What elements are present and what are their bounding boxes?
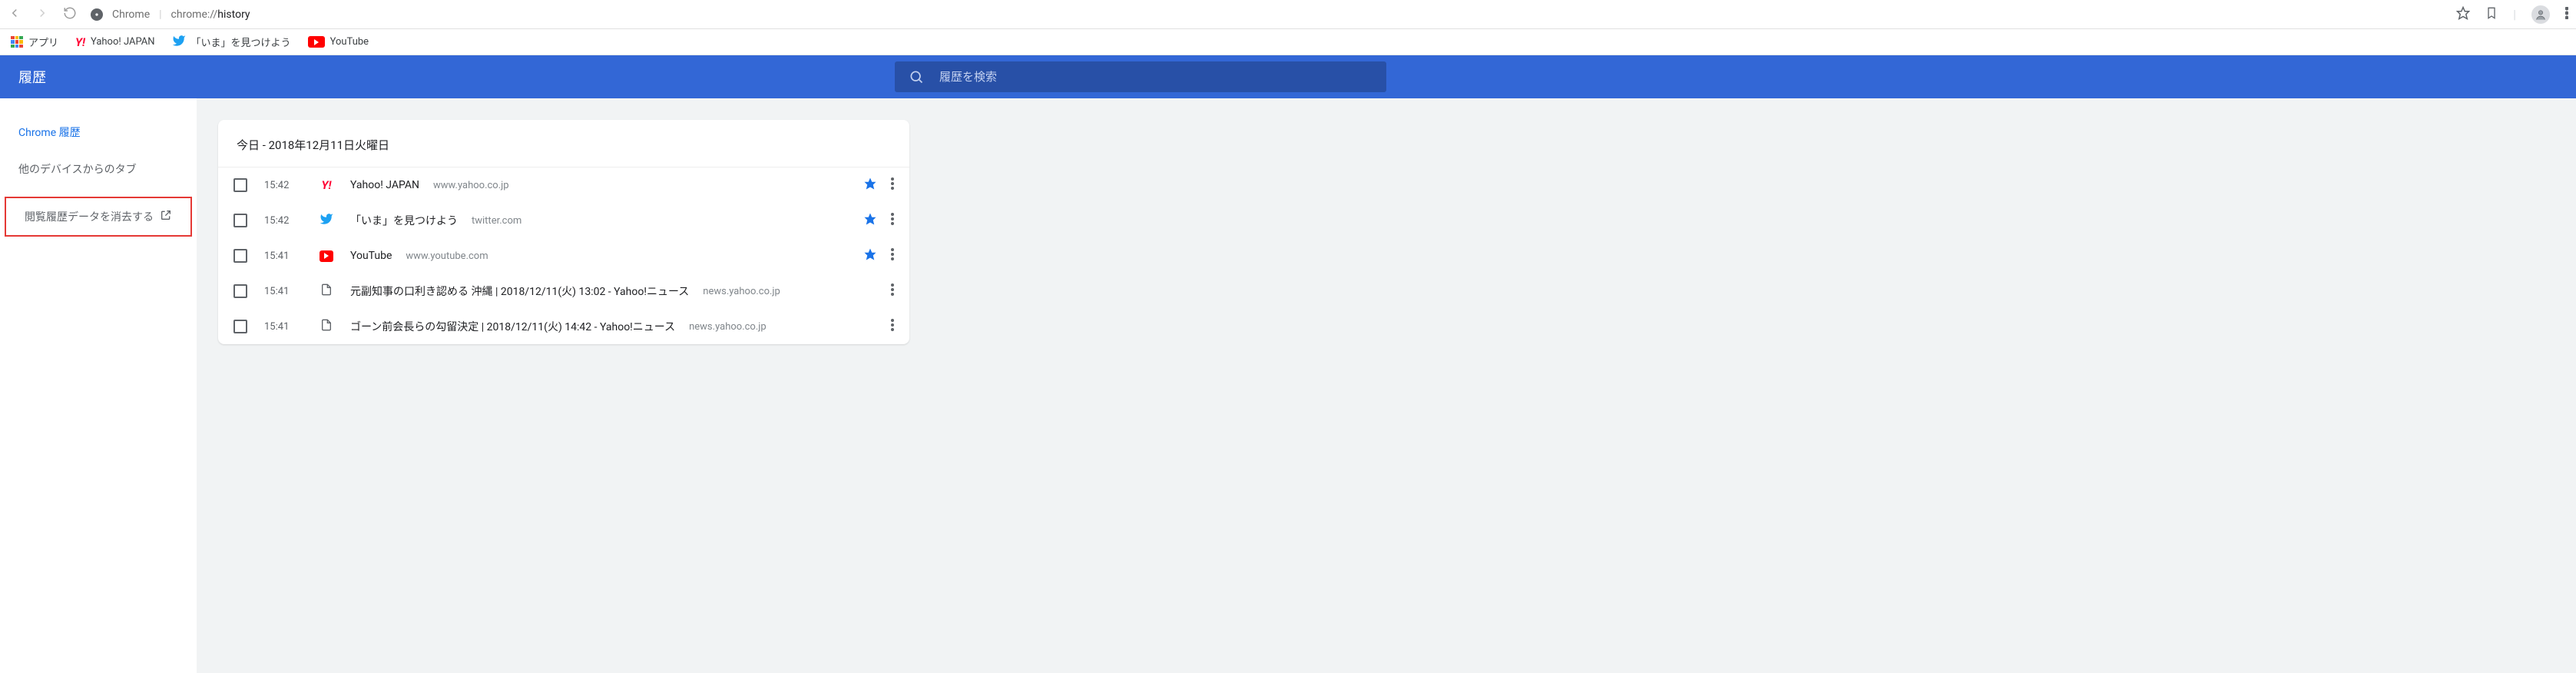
main-content: 今日 - 2018年12月11日火曜日 15:42 Y! Yahoo! JAPA… [197, 98, 1435, 673]
date-heading: 今日 - 2018年12月11日火曜日 [218, 120, 909, 167]
row-favicon [320, 283, 333, 300]
twitter-icon [172, 34, 186, 51]
row-title: YouTube [350, 250, 392, 262]
bookmark-apps[interactable]: アプリ [11, 35, 58, 49]
history-row[interactable]: 15:41 ゴーン前会長らの勾留決定 | 2018/12/11(火) 14:42… [218, 309, 909, 344]
highlight-annotation: 閲覧履歴データを消去する [5, 197, 192, 237]
bookmark-label: 「いま」を見つけよう [191, 35, 291, 49]
sidebar-item-other-devices[interactable]: 他のデバイスからのタブ [0, 151, 197, 187]
history-card: 今日 - 2018年12月11日火曜日 15:42 Y! Yahoo! JAPA… [218, 120, 909, 344]
address-bar[interactable]: Chrome | chrome://history [91, 8, 2442, 21]
row-url: www.yahoo.co.jp [433, 180, 509, 191]
profile-avatar[interactable] [2531, 5, 2550, 24]
row-menu-icon[interactable] [891, 319, 894, 334]
history-row[interactable]: 15:42 Y! Yahoo! JAPAN www.yahoo.co.jp [218, 167, 909, 203]
browser-toolbar: Chrome | chrome://history | [0, 0, 2576, 29]
search-box[interactable] [895, 61, 1386, 92]
external-link-icon [160, 209, 172, 224]
row-time: 15:41 [264, 250, 303, 262]
row-menu-icon[interactable] [891, 283, 894, 299]
row-time: 15:41 [264, 321, 303, 333]
bookmark-star-icon[interactable] [863, 247, 877, 264]
reload-button[interactable] [63, 6, 77, 23]
row-url: news.yahoo.co.jp [689, 321, 767, 333]
history-row[interactable]: 15:41 元副知事の口利き認める 沖縄 | 2018/12/11(火) 13:… [218, 274, 909, 309]
row-favicon: Y! [320, 178, 333, 192]
row-favicon [320, 212, 333, 229]
page-icon [320, 318, 333, 335]
bookmark-yahoo[interactable]: Y! Yahoo! JAPAN [75, 35, 155, 49]
row-checkbox[interactable] [233, 284, 247, 298]
history-row[interactable]: 15:42 「いま」を見つけよう twitter.com [218, 203, 909, 238]
address-product: Chrome [112, 8, 150, 21]
row-menu-icon[interactable] [891, 213, 894, 228]
row-title: 元副知事の口利き認める 沖縄 | 2018/12/11(火) 13:02 - Y… [350, 283, 689, 299]
row-favicon [320, 250, 333, 262]
search-icon [909, 69, 924, 85]
history-row[interactable]: 15:41 YouTube www.youtube.com [218, 238, 909, 274]
row-url: news.yahoo.co.jp [703, 286, 780, 297]
youtube-icon [308, 36, 325, 48]
bookmark-star-icon[interactable] [2456, 6, 2470, 23]
row-title: 「いま」を見つけよう [350, 213, 458, 228]
address-url: chrome://history [171, 8, 250, 21]
sidebar-item-chrome-history[interactable]: Chrome 履歴 [0, 114, 197, 151]
youtube-icon [320, 250, 333, 262]
row-menu-icon[interactable] [891, 248, 894, 264]
forward-button[interactable] [35, 6, 49, 23]
bookmark-label: YouTube [330, 36, 369, 48]
back-button[interactable] [8, 6, 22, 23]
row-checkbox[interactable] [233, 249, 247, 263]
bookmark-label: Yahoo! JAPAN [91, 36, 155, 48]
page-title: 履歴 [18, 67, 46, 87]
search-input[interactable] [939, 70, 1372, 84]
bookmark-label: アプリ [28, 35, 58, 49]
row-checkbox[interactable] [233, 320, 247, 333]
sidebar-item-label: Chrome 履歴 [18, 124, 81, 140]
sidebar: Chrome 履歴 他のデバイスからのタブ 閲覧履歴データを消去する [0, 98, 197, 673]
row-checkbox[interactable] [233, 178, 247, 192]
row-time: 15:42 [264, 215, 303, 227]
row-title: ゴーン前会長らの勾留決定 | 2018/12/11(火) 14:42 - Yah… [350, 319, 675, 334]
twitter-icon [320, 212, 333, 229]
row-checkbox[interactable] [233, 214, 247, 227]
sidebar-item-clear-data[interactable]: 閲覧履歴データを消去する [6, 198, 190, 235]
row-time: 15:41 [264, 286, 303, 297]
row-url: www.youtube.com [406, 250, 488, 262]
bookmark-star-icon[interactable] [863, 177, 877, 194]
apps-icon [11, 36, 23, 48]
address-separator: | [159, 8, 161, 21]
site-info-icon [91, 8, 103, 21]
page-icon [320, 283, 333, 300]
yahoo-icon: Y! [322, 178, 332, 192]
page-header: 履歴 [0, 55, 2576, 98]
yahoo-icon: Y! [75, 35, 85, 49]
sidebar-item-label: 閲覧履歴データを消去する [25, 209, 154, 224]
row-title: Yahoo! JAPAN [350, 179, 419, 191]
bookmark-twitter[interactable]: 「いま」を見つけよう [172, 34, 291, 51]
bookmark-youtube[interactable]: YouTube [308, 36, 369, 48]
divider: | [2513, 7, 2516, 22]
bookmark-star-icon[interactable] [863, 212, 877, 229]
row-menu-icon[interactable] [891, 177, 894, 193]
menu-icon[interactable] [2565, 7, 2568, 22]
reading-list-icon[interactable] [2485, 6, 2498, 23]
row-url: twitter.com [472, 215, 521, 227]
row-time: 15:42 [264, 180, 303, 191]
sidebar-item-label: 他のデバイスからのタブ [18, 161, 137, 177]
bookmarks-bar: アプリ Y! Yahoo! JAPAN 「いま」を見つけよう YouTube [0, 29, 2576, 55]
row-favicon [320, 318, 333, 335]
